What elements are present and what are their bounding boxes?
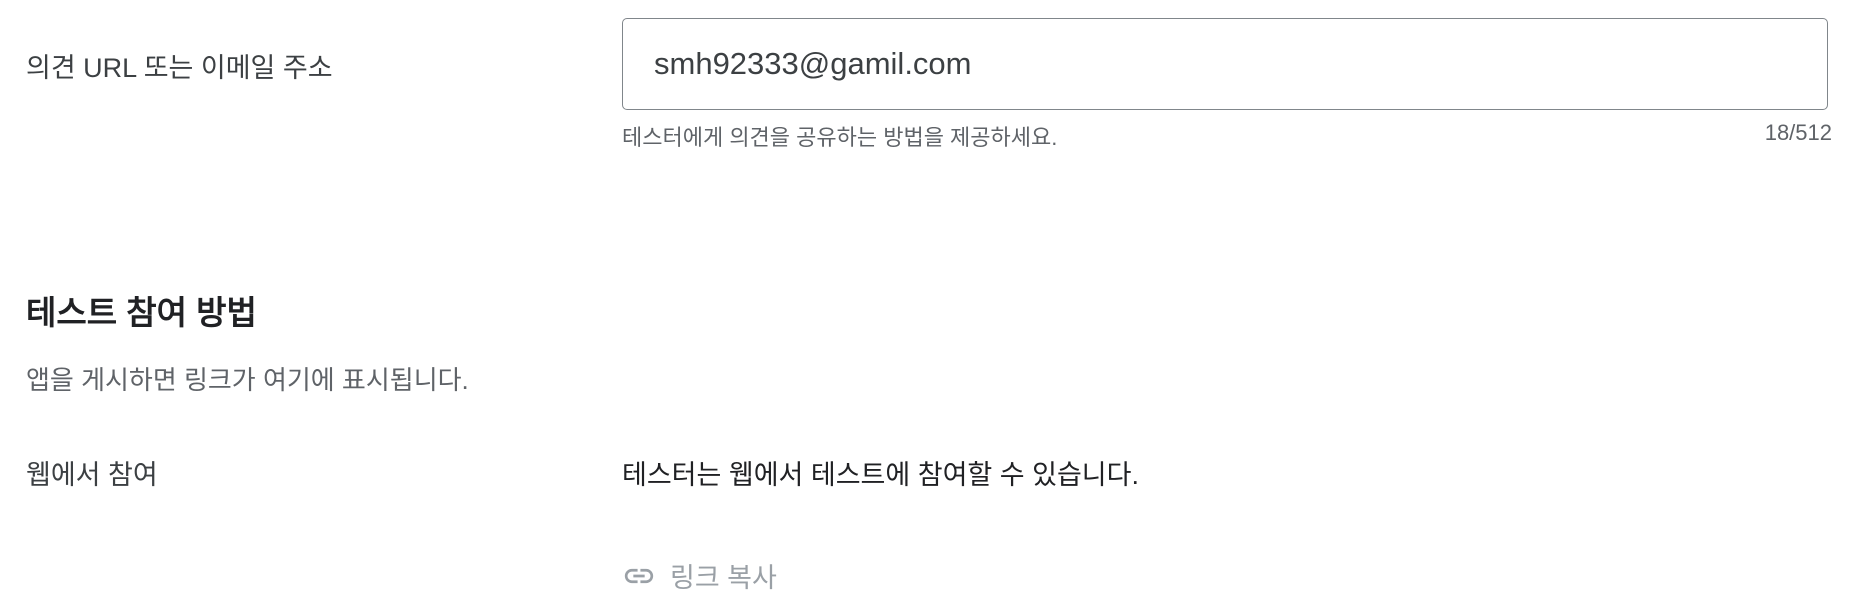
link-icon	[622, 559, 656, 593]
feedback-helper-text: 테스터에게 의견을 공유하는 방법을 제공하세요.	[622, 125, 1058, 150]
section-description: 앱을 게시하면 링크가 여기에 표시됩니다.	[26, 365, 469, 395]
section-title: 테스트 참여 방법	[26, 294, 257, 331]
copy-link-label: 링크 복사	[670, 563, 777, 593]
feedback-field-label: 의견 URL 또는 이메일 주소	[26, 53, 333, 83]
copy-link-button[interactable]: 링크 복사	[622, 556, 777, 595]
feedback-url-input[interactable]	[622, 18, 1828, 110]
web-join-description: 테스터는 웹에서 테스트에 참여할 수 있습니다.	[622, 460, 1139, 490]
web-join-label: 웹에서 참여	[26, 460, 158, 490]
feedback-character-counter: 18/512	[1764, 120, 1832, 145]
